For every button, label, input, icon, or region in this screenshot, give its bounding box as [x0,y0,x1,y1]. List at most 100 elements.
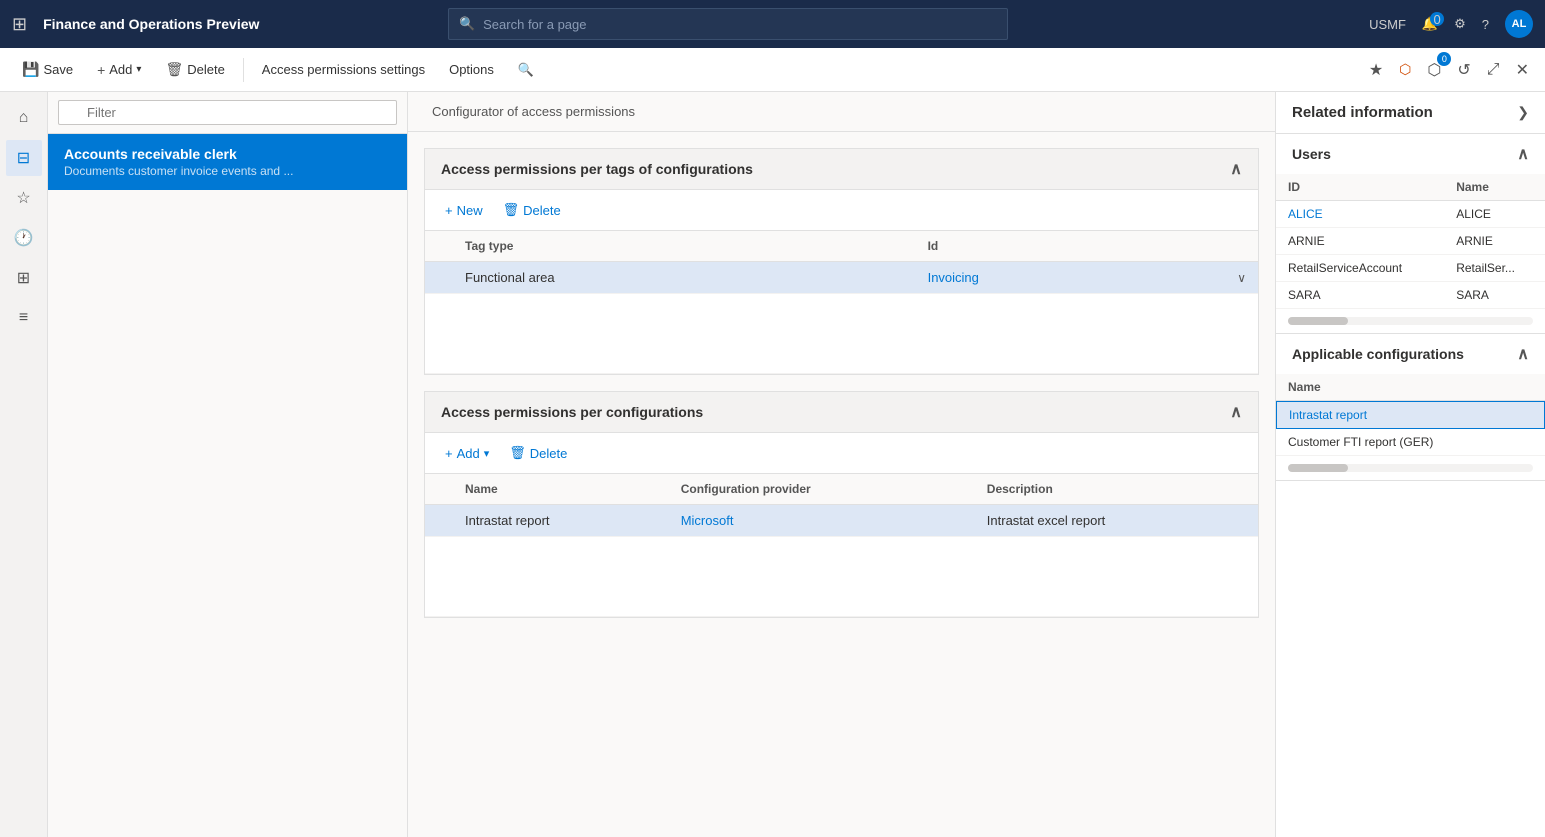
add-icon: + [97,62,105,78]
table-row[interactable]: Functional area Invoicing ∨ [425,262,1258,294]
users-title: Users [1292,146,1331,162]
expand-icon[interactable]: ⤢ [1483,57,1504,83]
table-row[interactable]: Intrastat report Microsoft Intrastat exc… [425,505,1258,537]
sidebar-home-icon[interactable]: ⌂ [6,100,42,136]
configs-table: Name Configuration provider Description … [425,474,1258,617]
options-button[interactable]: Options [439,58,504,81]
users-section-header[interactable]: Users ∧ [1276,134,1545,174]
close-icon[interactable]: ✕ [1512,56,1533,84]
top-bar-right: USMF 🔔 0 ⚙ ? AL [1369,10,1533,38]
right-panel-title: Related information [1292,104,1433,121]
tags-col-check [425,231,453,262]
help-icon[interactable]: ? [1482,17,1489,32]
cmd-search-button[interactable]: 🔍 [508,58,544,82]
main-layout: ⌂ ⊟ ☆ 🕐 ⊞ ≡ 🔍 Accounts receivable clerk … [0,92,1545,837]
dropdown-chevron-icon[interactable]: ∨ [1237,271,1246,285]
filter-wrapper: 🔍 [58,100,397,125]
configurations-section-header[interactable]: Applicable configurations ∧ [1276,334,1545,374]
users-col-name: Name [1444,174,1545,201]
delete-icon: 🗑 [165,61,183,78]
user-name-retail: RetailSer... [1444,255,1545,282]
search-bar[interactable]: 🔍 [448,8,1008,40]
tags-new-icon: + [445,203,453,218]
avatar[interactable]: AL [1505,10,1533,38]
row-check [425,505,453,537]
add-button[interactable]: + Add ▾ [87,58,151,82]
config-name-cell: Intrastat report [453,505,669,537]
config-provider-cell: Microsoft [669,505,975,537]
configs-add-button[interactable]: + Add ▾ [437,442,497,465]
cmd-divider [243,58,244,82]
user-id-arnie: ARNIE [1276,228,1444,255]
right-panel-header: Related information ❯ [1276,92,1545,134]
search-input[interactable] [483,17,997,32]
user-id-sara: SARA [1276,282,1444,309]
user-id-alice[interactable]: ALICE [1276,201,1444,228]
users-col-id: ID [1276,174,1444,201]
cmd-search-icon: 🔍 [518,62,534,78]
users-table: ID Name ALICE ALICE ARNIE ARNIE RetailSe… [1276,174,1545,309]
user-name-sara: SARA [1444,282,1545,309]
tags-delete-button[interactable]: 🗑 Delete [495,198,569,222]
section-configs-actions: + Add ▾ 🗑 Delete [425,433,1258,474]
filter-input[interactable] [58,100,397,125]
configs-col-name: Name [453,474,669,505]
refresh-icon[interactable]: ↺ [1453,56,1474,84]
list-item[interactable]: Accounts receivable clerk Documents cust… [48,134,407,190]
configs-scrollbar-track[interactable] [1288,464,1533,472]
sidebar-list-icon[interactable]: ≡ [6,300,42,336]
configs-delete-icon: 🗑 [509,445,526,461]
config-item-intrastat[interactable]: Intrastat report [1276,401,1545,429]
tag-type-cell: Functional area [453,262,916,294]
config-name-header: Name [1276,374,1545,401]
office-icon[interactable]: ⬡ [1395,57,1415,82]
configurations-toggle-icon[interactable]: ∧ [1517,344,1529,364]
configs-col-check [425,474,453,505]
left-panel: 🔍 Accounts receivable clerk Documents cu… [48,92,408,837]
section-tags-toggle[interactable]: ∧ [1230,159,1242,179]
save-button[interactable]: 💾 Save [12,57,83,82]
configs-scrollbar-thumb [1288,464,1348,472]
sidebar-grid-icon[interactable]: ⊞ [6,260,42,296]
config-provider-link[interactable]: Microsoft [681,513,734,528]
tags-new-button[interactable]: + New [437,199,491,222]
gear-icon[interactable]: ⚙ [1454,16,1466,32]
delete-button[interactable]: 🗑 Delete [155,57,234,82]
users-scrollbar-track[interactable] [1288,317,1533,325]
section-tags: Access permissions per tags of configura… [424,148,1259,375]
table-row[interactable]: RetailServiceAccount RetailSer... [1276,255,1545,282]
section-configs-toggle[interactable]: ∧ [1230,402,1242,422]
tag-id-link[interactable]: Invoicing [928,270,979,285]
search-icon: 🔍 [459,16,475,32]
bell-icon[interactable]: 🔔 0 [1422,16,1438,32]
access-permissions-button[interactable]: Access permissions settings [252,58,435,81]
row-check [425,262,453,294]
favorite-icon[interactable]: ★ [1365,56,1387,84]
user-label: USMF [1369,17,1406,32]
table-row[interactable]: ALICE ALICE [1276,201,1545,228]
list-item-title: Accounts receivable clerk [64,146,391,162]
configurations-title: Applicable configurations [1292,346,1464,362]
users-toggle-icon[interactable]: ∧ [1517,144,1529,164]
task-badge[interactable]: ⬡ 0 [1423,56,1445,84]
table-row[interactable]: SARA SARA [1276,282,1545,309]
section-tags-header: Access permissions per tags of configura… [425,149,1258,190]
tags-col-tagtype: Tag type [453,231,916,262]
apps-grid-icon[interactable]: ⊞ [12,14,27,35]
tags-table: Tag type Id Functional area Invoicing ∨ [425,231,1258,374]
notif-badge: 0 [1430,12,1444,26]
sidebar-filter-icon[interactable]: ⊟ [6,140,42,176]
cmd-right-actions: ★ ⬡ ⬡ 0 ↺ ⤢ ✕ [1365,56,1533,84]
content-header: Configurator of access permissions [408,92,1275,132]
right-panel-expand-icon[interactable]: ❯ [1517,104,1529,121]
sidebar-star-icon[interactable]: ☆ [6,180,42,216]
config-item-customer-fti[interactable]: Customer FTI report (GER) [1276,429,1545,456]
configs-col-provider: Configuration provider [669,474,975,505]
table-row[interactable]: ARNIE ARNIE [1276,228,1545,255]
configs-delete-button[interactable]: 🗑 Delete [501,441,575,465]
empty-row [425,294,1258,374]
configs-add-dropdown-icon[interactable]: ▾ [484,447,490,460]
sidebar-clock-icon[interactable]: 🕐 [6,220,42,256]
user-name-alice: ALICE [1444,201,1545,228]
command-bar: 💾 Save + Add ▾ 🗑 Delete Access permissio… [0,48,1545,92]
